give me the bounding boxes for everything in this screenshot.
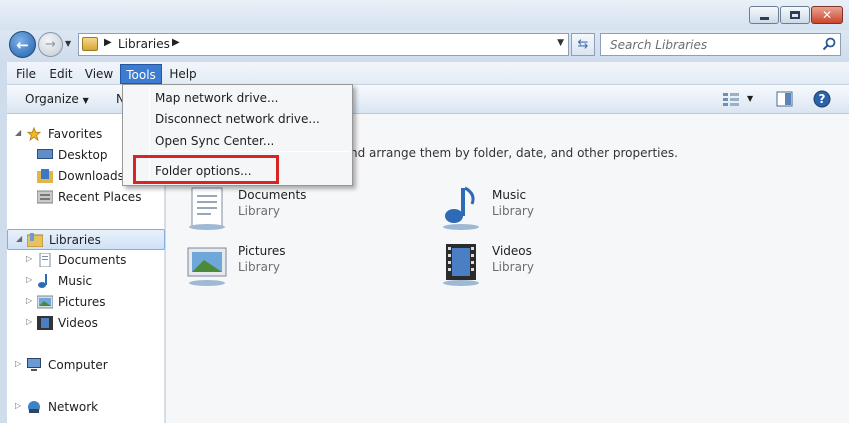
view-options-dropdown-icon[interactable]: ▼ bbox=[747, 94, 753, 103]
desktop-icon bbox=[37, 149, 53, 159]
search-box[interactable]: Search Libraries bbox=[600, 33, 841, 56]
organize-label: Organize bbox=[25, 92, 79, 106]
nav-videos[interactable]: ▷ Videos bbox=[7, 313, 165, 334]
collapse-icon[interactable]: ▷ bbox=[26, 254, 32, 263]
collapse-icon[interactable]: ▷ bbox=[15, 401, 21, 410]
disconnect-network-drive-item[interactable]: Disconnect network drive... bbox=[155, 112, 320, 126]
open-sync-center-item[interactable]: Open Sync Center... bbox=[155, 134, 274, 148]
close-button[interactable]: ✕ bbox=[811, 6, 843, 24]
collapse-icon[interactable]: ▷ bbox=[26, 317, 32, 326]
close-icon: ✕ bbox=[821, 8, 833, 22]
svg-text:?: ? bbox=[819, 92, 826, 106]
nav-label: Favorites bbox=[48, 127, 103, 141]
nav-recent-places[interactable]: Recent Places bbox=[7, 187, 165, 208]
nav-label: Network bbox=[48, 400, 99, 414]
forward-arrow-icon: → bbox=[45, 37, 56, 52]
library-name: Videos bbox=[492, 244, 532, 258]
downloads-folder-icon bbox=[37, 169, 53, 183]
navigation-bar: ← → ▼ ▶ Libraries ▶ ▼ ⇆ Search Libraries bbox=[0, 30, 849, 62]
back-button[interactable]: ← bbox=[9, 31, 36, 58]
menu-edit[interactable]: Edit bbox=[45, 64, 77, 84]
expand-icon[interactable]: ◢ bbox=[16, 234, 22, 243]
preview-pane-icon[interactable] bbox=[776, 91, 793, 107]
help-icon[interactable]: ? bbox=[813, 90, 831, 108]
recent-pages-dropdown[interactable]: ▼ bbox=[65, 39, 71, 48]
library-type: Library bbox=[238, 204, 280, 218]
expand-icon[interactable]: ◢ bbox=[15, 128, 21, 137]
breadcrumb-chevron-icon[interactable]: ▶ bbox=[104, 37, 112, 48]
nav-network[interactable]: ▷ Network bbox=[7, 397, 165, 418]
library-documents[interactable]: Documents Library bbox=[182, 186, 392, 234]
nav-label: Downloads bbox=[58, 169, 124, 183]
library-name: Music bbox=[492, 188, 527, 202]
library-type: Library bbox=[492, 204, 534, 218]
collapse-icon[interactable]: ▷ bbox=[15, 359, 21, 368]
library-name: Pictures bbox=[238, 244, 286, 258]
nav-label: Music bbox=[58, 274, 93, 288]
music-library-icon bbox=[443, 186, 479, 230]
search-input[interactable]: Search Libraries bbox=[610, 38, 707, 52]
nav-label: Computer bbox=[48, 358, 108, 372]
documents-library-icon bbox=[189, 187, 225, 230]
recent-places-icon bbox=[37, 190, 53, 204]
nav-label: Pictures bbox=[58, 295, 106, 309]
library-type: Library bbox=[492, 260, 534, 274]
library-type: Library bbox=[238, 260, 280, 274]
nav-label: Desktop bbox=[58, 148, 108, 162]
maximize-icon bbox=[790, 11, 800, 19]
videos-library-icon bbox=[443, 244, 479, 286]
address-bar[interactable]: ▶ Libraries ▶ ▼ bbox=[78, 33, 569, 56]
nav-label: Documents bbox=[58, 253, 127, 267]
computer-icon bbox=[27, 358, 41, 371]
library-music[interactable]: Music Library bbox=[436, 186, 646, 234]
collapse-icon[interactable]: ▷ bbox=[26, 296, 32, 305]
pictures-library-icon bbox=[187, 247, 227, 286]
nav-computer[interactable]: ▷ Computer bbox=[7, 355, 165, 376]
nav-label: Videos bbox=[58, 316, 98, 330]
menu-help[interactable]: Help bbox=[166, 64, 200, 84]
breadcrumb-libraries[interactable]: Libraries bbox=[118, 37, 170, 51]
nav-music[interactable]: ▷ Music bbox=[7, 271, 165, 292]
nav-label: Libraries bbox=[49, 233, 101, 247]
nav-libraries[interactable]: ◢ Libraries bbox=[7, 229, 165, 250]
breadcrumb-chevron-icon[interactable]: ▶ bbox=[172, 37, 180, 48]
title-bar: ✕ bbox=[0, 0, 849, 30]
network-icon bbox=[28, 401, 40, 413]
menu-bar: File Edit View Tools Help bbox=[7, 62, 849, 85]
minimize-icon bbox=[759, 16, 769, 20]
libraries-folder-icon bbox=[82, 37, 98, 51]
search-icon[interactable] bbox=[822, 37, 836, 51]
libraries-icon bbox=[27, 233, 43, 247]
window-controls: ✕ bbox=[749, 6, 843, 24]
nav-documents[interactable]: ▷ Documents bbox=[7, 250, 165, 271]
library-name: Documents bbox=[238, 188, 307, 202]
library-pictures[interactable]: Pictures Library bbox=[182, 242, 392, 290]
forward-button[interactable]: → bbox=[38, 32, 63, 57]
menu-view[interactable]: View bbox=[81, 64, 117, 84]
pictures-icon bbox=[37, 295, 53, 309]
library-videos[interactable]: Videos Library bbox=[436, 242, 646, 290]
refresh-button[interactable]: ⇆ bbox=[571, 33, 595, 56]
menu-separator bbox=[151, 151, 350, 152]
menu-file[interactable]: File bbox=[11, 64, 41, 84]
collapse-icon[interactable]: ▷ bbox=[26, 275, 32, 284]
chevron-down-icon: ▼ bbox=[82, 96, 89, 105]
address-dropdown-icon[interactable]: ▼ bbox=[557, 38, 564, 48]
music-icon bbox=[38, 274, 47, 288]
maximize-button[interactable] bbox=[780, 6, 810, 24]
star-icon bbox=[26, 127, 42, 141]
organize-button[interactable]: Organize ▼ bbox=[25, 92, 89, 106]
videos-icon bbox=[37, 316, 53, 330]
menu-tools[interactable]: Tools bbox=[120, 64, 162, 84]
folder-options-highlight bbox=[133, 155, 279, 184]
minimize-button[interactable] bbox=[749, 6, 779, 24]
change-view-icon[interactable] bbox=[722, 91, 740, 107]
libraries-description: nd arrange them by folder, date, and oth… bbox=[350, 146, 678, 160]
nav-label: Recent Places bbox=[58, 190, 142, 204]
refresh-icon: ⇆ bbox=[577, 37, 589, 52]
documents-icon bbox=[39, 253, 51, 267]
nav-pictures[interactable]: ▷ Pictures bbox=[7, 292, 165, 313]
back-arrow-icon: ← bbox=[16, 35, 29, 54]
map-network-drive-item[interactable]: Map network drive... bbox=[155, 91, 279, 105]
